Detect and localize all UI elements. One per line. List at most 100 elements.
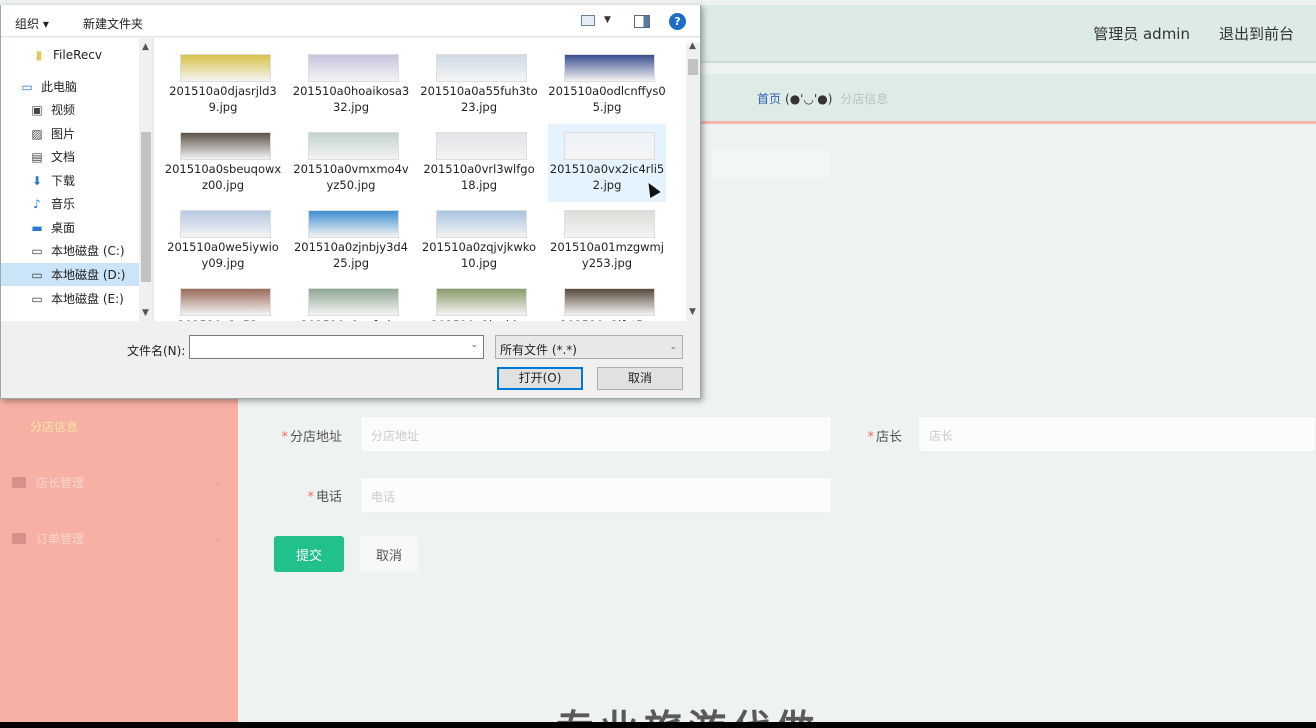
sidebar: 分店信息 店长管理 ⌄ 订单管理 ⌄ (0, 398, 238, 722)
sidebar-item-orders[interactable]: 订单管理 ⌄ (12, 530, 222, 547)
nav-item-label: 本地磁盘 (C:) (51, 244, 125, 258)
scroll-down-icon[interactable]: ▼ (142, 308, 149, 318)
breadcrumb-current: 分店信息 (840, 92, 889, 106)
footer-watermark-text: 专业旅游代做 (556, 698, 820, 722)
file-tile[interactable]: 201510a0djasrjld39.jpg (164, 46, 282, 124)
file-tile[interactable]: 201510a0vrl3wlfgo18.jpg (420, 124, 538, 202)
nav-item-3[interactable]: ▨ 图片 (1, 122, 139, 145)
nav-item-label: 视频 (51, 103, 76, 117)
file-grid: 201510a0djasrjld39.jpg 201510a0hoaikosa33… (154, 38, 700, 321)
file-name: 201510a0sbeuqowxz00.jpg (164, 162, 282, 192)
nav-item-label: FileRecv (53, 47, 102, 62)
nav-item-6[interactable]: ♪ 音乐 (1, 192, 139, 215)
order-icon (12, 533, 26, 544)
file-thumbnail (564, 210, 655, 238)
filename-label: 文件名(N): (127, 344, 186, 358)
sidebar-item-label: 分店信息 (30, 420, 79, 434)
breadcrumb-home-link[interactable]: 首页 (757, 92, 781, 106)
file-tile[interactable]: 201510a1aefsd... (292, 280, 410, 321)
view-options-caret-icon[interactable]: ▼ (604, 15, 611, 25)
file-tile[interactable]: 201510a0a55fuh3to23.jpg (420, 46, 538, 124)
scrollbar-thumb[interactable] (141, 132, 151, 282)
manager-input[interactable]: 店长 (918, 416, 1316, 452)
new-folder-button[interactable]: 新建文件夹 (83, 15, 143, 32)
nav-item-label: 此电脑 (41, 80, 78, 94)
music-icon: ♪ (33, 196, 41, 211)
exit-to-frontend-link[interactable]: 退出到前台 (1219, 23, 1294, 44)
video-icon: ▣ (31, 102, 43, 117)
file-thumbnail (180, 210, 271, 238)
nav-item-9[interactable]: ▭ 本地磁盘 (D:) (1, 263, 139, 286)
file-tile[interactable]: 201510a2ifst5... (548, 280, 666, 321)
desktop-icon: ▬ (31, 220, 43, 235)
file-name: 201510a0zqjvjkwko10.jpg (421, 240, 537, 270)
nav-item-0[interactable]: ▮ FileRecv (1, 43, 139, 66)
sidebar-item-manager[interactable]: 店长管理 ⌄ (12, 474, 222, 491)
address-input[interactable]: 分店地址 (360, 416, 832, 452)
scroll-up-icon[interactable]: ▲ (689, 41, 696, 51)
nav-item-label: 本地磁盘 (E:) (51, 292, 124, 306)
phone-label: * 电话 (307, 490, 342, 505)
nav-item-10[interactable]: ▭ 本地磁盘 (E:) (1, 287, 139, 310)
file-thumbnail (180, 54, 271, 82)
file-tile[interactable]: 201510a1a53... (164, 280, 282, 321)
file-thumbnail (564, 288, 655, 316)
nav-item-label: 音乐 (51, 197, 76, 211)
scroll-down-icon[interactable]: ▼ (689, 307, 696, 317)
user-icon (12, 477, 26, 488)
file-tile[interactable]: 201510a0zqjvjkwko10.jpg (420, 202, 538, 280)
file-tile[interactable]: 201510a0hoaikosa332.jpg (292, 46, 410, 124)
chevron-down-icon[interactable]: ⌄ (470, 340, 478, 350)
file-name: 201510a0vrl3wlfgo18.jpg (423, 162, 535, 192)
file-tile[interactable]: 201510a01mzgwmjy253.jpg (548, 202, 666, 280)
navigation-pane: ▲ ▼ ▮ FileRecv ▭ 此电脑 ▣ 视频 ▨ 图片 ▤ 文档 ⬇ 下载 ♪ 音乐 ▬ 桌面 ▭ 本地磁盘… (1, 38, 153, 321)
filename-input[interactable]: ⌄ (189, 335, 484, 359)
cancel-button[interactable]: 取消 (360, 536, 418, 572)
file-tile[interactable]: 201510a0vmxmo4vyz50.jpg (292, 124, 410, 202)
scroll-up-icon[interactable]: ▲ (142, 42, 149, 52)
open-button[interactable]: 打开(O) (497, 367, 583, 390)
nav-item-7[interactable]: ▬ 桌面 (1, 216, 139, 239)
file-thumbnail (564, 54, 655, 82)
file-tile[interactable]: 201510a0zjnbjy3d425.jpg (292, 202, 410, 280)
breadcrumb-face: (●'◡'●) (785, 92, 833, 106)
blurred-placeholder-block (712, 150, 830, 178)
view-mode-icon[interactable] (581, 15, 595, 26)
file-thumbnail (436, 54, 527, 82)
file-thumbnail (180, 288, 271, 316)
nav-item-5[interactable]: ⬇ 下载 (1, 169, 139, 192)
preview-pane-icon[interactable] (634, 15, 650, 28)
file-type-value: 所有文件 (*.*) (500, 343, 577, 357)
file-name: 201510a2ifst5... (548, 317, 666, 321)
scrollbar-thumb[interactable] (688, 59, 698, 75)
phone-input[interactable]: 电话 (360, 477, 832, 513)
submit-button[interactable]: 提交 (274, 536, 344, 572)
sidebar-item-branch-info[interactable]: 分店信息 (12, 418, 222, 435)
chevron-down-icon: ⌄ (213, 533, 222, 544)
organize-button[interactable]: 组织 ▾ (15, 15, 49, 32)
help-icon[interactable]: ? (669, 13, 686, 30)
file-name: 201510a0odlcnffys05.jpg (548, 84, 666, 114)
admin-user-label[interactable]: 管理员 admin (1093, 23, 1190, 44)
nav-item-8[interactable]: ▭ 本地磁盘 (C:) (1, 239, 139, 262)
file-tile[interactable]: 201510a0sbeuqowxz00.jpg (164, 124, 282, 202)
file-thumbnail (308, 210, 399, 238)
file-name: 201510a1aefsd... (292, 317, 410, 321)
document-icon: ▤ (31, 149, 43, 164)
nav-item-label: 本地磁盘 (D:) (51, 268, 126, 282)
file-tile[interactable]: 201510a2lwdd... (420, 280, 538, 321)
file-tile[interactable]: 201510a0we5iywioy09.jpg (164, 202, 282, 280)
nav-item-4[interactable]: ▤ 文档 (1, 145, 139, 168)
file-name: 201510a0djasrjld39.jpg (169, 84, 277, 114)
dialog-cancel-button[interactable]: 取消 (597, 367, 683, 390)
nav-item-1[interactable]: ▭ 此电脑 (1, 75, 139, 98)
file-grid-scrollbar[interactable]: ▲ ▼ (686, 41, 700, 321)
nav-item-2[interactable]: ▣ 视频 (1, 98, 139, 121)
file-tile[interactable]: 201510a0odlcnffys05.jpg (548, 46, 666, 124)
manager-label: * 店长 (867, 430, 902, 445)
navigation-scrollbar[interactable]: ▲ ▼ (139, 38, 152, 321)
file-thumbnail (308, 132, 399, 160)
file-name: 201510a01mzgwmjy253.jpg (550, 240, 664, 270)
file-type-select[interactable]: 所有文件 (*.*) ⌄ (495, 335, 683, 359)
file-name: 201510a0zjnbjy3d425.jpg (293, 240, 409, 270)
